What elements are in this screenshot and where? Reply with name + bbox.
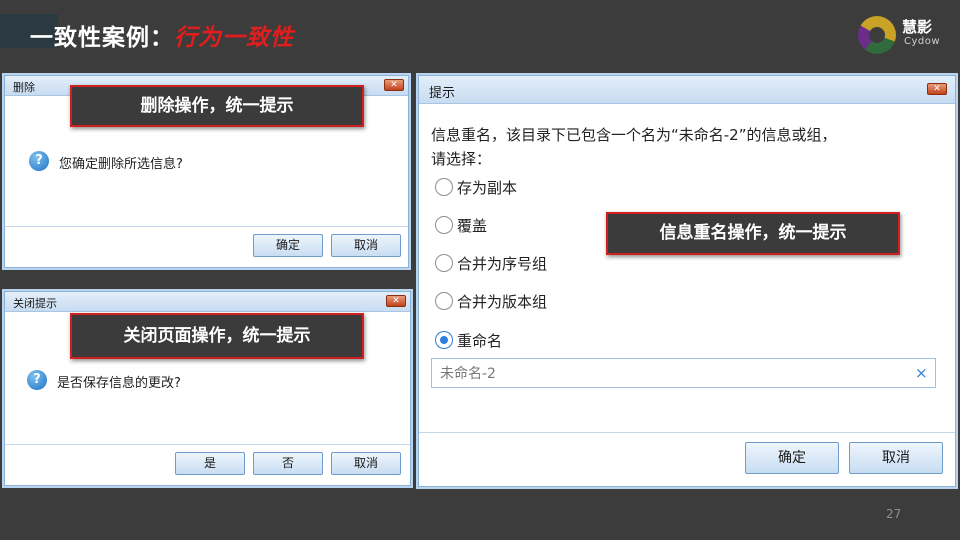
radio-rename[interactable] — [435, 331, 453, 349]
rename-dialog-message-line2: 请选择： — [431, 150, 492, 168]
rename-conflict-dialog: 提示 ✕ 信息重名，该目录下已包含一个名为“未命名-2”的信息或组， 请选择： … — [418, 75, 956, 487]
delete-dialog-title: 删除 — [13, 81, 35, 94]
rename-dialog-separator — [419, 432, 955, 433]
rename-dialog-titlebar: 提示 ✕ — [419, 76, 955, 104]
radio-label: 合并为版本组 — [457, 293, 548, 311]
slide-header: 一致性案例：行为一致性 慧影 Cydow — [0, 0, 960, 70]
rename-dialog-title: 提示 — [429, 86, 456, 101]
yes-button[interactable]: 是 — [175, 452, 245, 475]
radio-label: 重命名 — [457, 332, 503, 350]
close-dialog-title: 关闭提示 — [13, 297, 57, 310]
radio-label: 覆盖 — [457, 217, 488, 235]
clear-icon[interactable]: × — [915, 365, 928, 381]
rename-dialog-message: 信息重名，该目录下已包含一个名为“未命名-2”的信息或组， — [431, 126, 837, 144]
close-dialog-separator — [5, 444, 410, 445]
slide-title-prefix: 一致性案例： — [30, 25, 174, 51]
rename-dialog-close-icon[interactable]: ✕ — [927, 83, 947, 95]
radio-merge-version-group[interactable] — [435, 292, 453, 310]
brand-logo: 慧影 Cydow — [858, 14, 948, 54]
delete-dialog-message: 您确定删除所选信息? — [59, 157, 183, 172]
logo-cn-text: 慧影 — [902, 18, 933, 36]
delete-dialog-separator — [5, 226, 408, 227]
close-dialog-message: 是否保存信息的更改? — [57, 376, 181, 391]
question-circle-icon: ? — [29, 151, 49, 171]
page-number: 27 — [886, 507, 902, 521]
no-button[interactable]: 否 — [253, 452, 323, 475]
slide-title-highlight: 行为一致性 — [174, 25, 294, 51]
radio-overwrite[interactable] — [435, 216, 453, 234]
cancel-button[interactable]: 取消 — [849, 442, 943, 474]
radio-merge-sequence-group[interactable] — [435, 254, 453, 272]
logo-en-text: Cydow — [904, 36, 941, 47]
cancel-button[interactable]: 取消 — [331, 234, 401, 257]
radio-label: 合并为序号组 — [457, 255, 548, 273]
close-dialog-close-icon[interactable]: ✕ — [386, 295, 406, 307]
close-dialog-titlebar: 关闭提示 ✕ — [5, 292, 410, 312]
slide-title: 一致性案例：行为一致性 — [30, 18, 294, 52]
callout-rename: 信息重名操作，统一提示 — [606, 212, 900, 255]
ok-button[interactable]: 确定 — [253, 234, 323, 257]
cancel-button[interactable]: 取消 — [331, 452, 401, 475]
radio-save-as-copy[interactable] — [435, 178, 453, 196]
logo-mark-icon — [858, 16, 896, 54]
radio-label: 存为副本 — [457, 179, 518, 197]
callout-delete: 删除操作，统一提示 — [70, 85, 364, 127]
rename-input[interactable] — [431, 358, 936, 388]
callout-close-page: 关闭页面操作，统一提示 — [70, 313, 364, 359]
ok-button[interactable]: 确定 — [745, 442, 839, 474]
question-circle-icon: ? — [27, 370, 47, 390]
delete-dialog-close-icon[interactable]: ✕ — [384, 79, 404, 91]
